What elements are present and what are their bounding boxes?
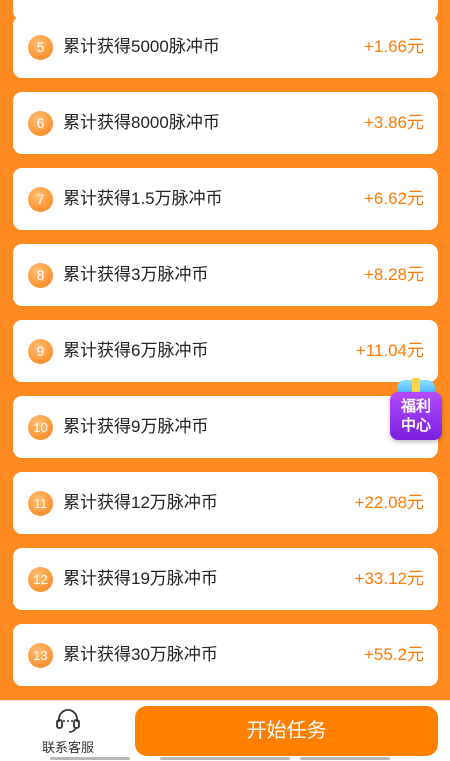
- task-card[interactable]: 13 累计获得30万脉冲币 +55.2元: [13, 624, 438, 686]
- task-number-badge: 5: [28, 35, 53, 60]
- task-number-badge: 7: [28, 187, 53, 212]
- scroll-indicator-segment: [160, 757, 290, 760]
- task-number-badge: 10: [28, 415, 53, 440]
- task-card[interactable]: 12 累计获得19万脉冲币 +33.12元: [13, 548, 438, 610]
- task-number-badge: 6: [28, 111, 53, 136]
- task-number-badge: 9: [28, 339, 53, 364]
- welfare-center-line2: 中心: [400, 417, 431, 434]
- task-label: 累计获得19万脉冲币: [63, 569, 218, 588]
- task-card[interactable]: 7 累计获得1.5万脉冲币 +6.62元: [13, 168, 438, 230]
- scroll-indicator-segment: [50, 757, 130, 760]
- task-card[interactable]: 10 累计获得9万脉冲币 +13: [13, 396, 438, 458]
- task-card[interactable]: 6 累计获得8000脉冲币 +3.86元: [13, 92, 438, 154]
- task-label: 累计获得6万脉冲币: [63, 341, 209, 360]
- start-task-button[interactable]: 开始任务: [135, 706, 438, 756]
- welfare-center-badge: 福利 中心: [390, 392, 442, 440]
- task-reward: +33.12元: [354, 569, 424, 588]
- welfare-center-floating-button[interactable]: 福利 中心: [387, 378, 445, 442]
- task-number-badge: 8: [28, 263, 53, 288]
- task-reward: +55.2元: [363, 645, 424, 664]
- task-reward: +6.62元: [363, 189, 424, 208]
- task-label: 累计获得3万脉冲币: [63, 265, 209, 284]
- customer-service-label: 联系客服: [41, 740, 94, 755]
- task-card[interactable]: 9 累计获得6万脉冲币 +11.04元: [13, 320, 438, 382]
- task-number-badge: 12: [28, 567, 53, 592]
- scroll-indicator-segment: [300, 757, 390, 760]
- task-label: 累计获得12万脉冲币: [63, 493, 218, 512]
- task-card[interactable]: 5 累计获得5000脉冲币 +1.66元: [13, 16, 438, 78]
- task-card[interactable]: 8 累计获得3万脉冲币 +8.28元: [13, 244, 438, 306]
- task-label: 累计获得1.5万脉冲币: [63, 189, 223, 208]
- task-reward: +3.86元: [363, 113, 424, 132]
- task-number-badge: 11: [28, 491, 53, 516]
- task-reward: +22.08元: [354, 493, 424, 512]
- task-reward: +1.66元: [363, 37, 424, 56]
- task-number-badge: 13: [28, 643, 53, 668]
- task-label: 累计获得30万脉冲币: [63, 645, 218, 664]
- task-label: 累计获得8000脉冲币: [63, 113, 220, 132]
- bottom-action-bar: 联系客服 开始任务: [0, 700, 450, 761]
- welfare-center-line1: 福利: [400, 398, 431, 415]
- task-label: 累计获得9万脉冲币: [63, 417, 209, 436]
- scroll-indicator: [0, 757, 450, 761]
- task-label: 累计获得5000脉冲币: [63, 37, 220, 56]
- task-reward: +11.04元: [355, 341, 424, 360]
- headset-icon: [56, 709, 80, 733]
- task-reward: +8.28元: [363, 265, 424, 284]
- bottom-bar-divider: [0, 700, 450, 701]
- customer-service-button[interactable]: 联系客服: [34, 708, 102, 758]
- task-card[interactable]: 11 累计获得12万脉冲币 +22.08元: [13, 472, 438, 534]
